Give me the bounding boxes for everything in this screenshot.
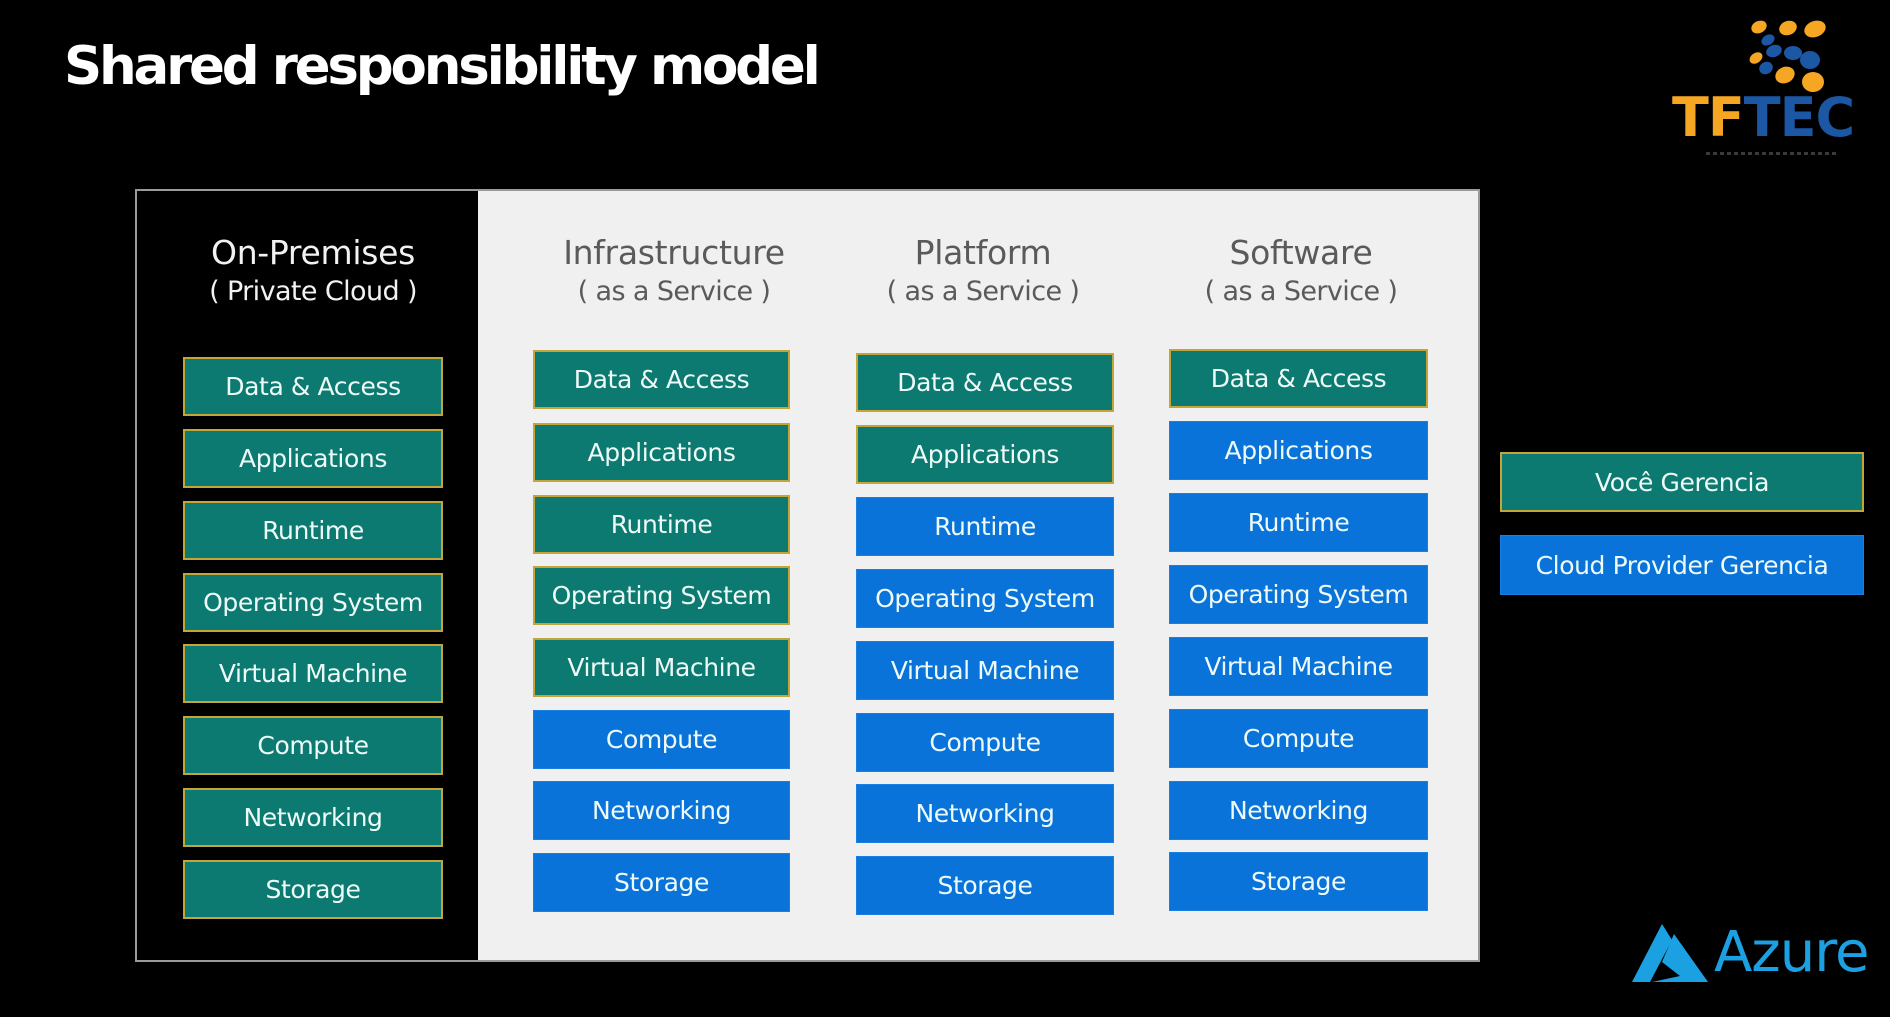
- column-subtitle: ( Private Cloud ): [209, 276, 417, 307]
- column-header-saas: Software ( as a Service ): [1151, 233, 1451, 311]
- layer-saas-networking: Networking: [1169, 781, 1428, 840]
- layer-iaas-runtime: Runtime: [533, 495, 790, 554]
- layer-on-premises-runtime: Runtime: [183, 501, 443, 560]
- column-subtitle: ( as a Service ): [886, 276, 1080, 307]
- legend-provider-manages: Cloud Provider Gerencia: [1500, 535, 1864, 595]
- column-header-iaas: Infrastructure ( as a Service ): [524, 233, 824, 311]
- layer-on-premises-storage: Storage: [183, 860, 443, 919]
- layer-iaas-compute: Compute: [533, 710, 790, 769]
- azure-logo-text: Azure: [1714, 920, 1869, 985]
- tftec-tagline: [1706, 152, 1836, 155]
- tftec-logo-tec: TEC: [1743, 86, 1855, 149]
- layer-iaas-storage: Storage: [533, 853, 790, 912]
- layer-saas-runtime: Runtime: [1169, 493, 1428, 552]
- column-header-on-premises: On-Premises ( Private Cloud ): [163, 233, 463, 311]
- layer-paas-data-access: Data & Access: [856, 353, 1114, 412]
- column-subtitle: ( as a Service ): [577, 276, 771, 307]
- column-subtitle: ( as a Service ): [1204, 276, 1398, 307]
- column-title: Infrastructure: [563, 233, 785, 272]
- layer-on-premises-virtual-machine: Virtual Machine: [183, 644, 443, 703]
- slide: Shared responsibility model TFTEC On-Pre…: [0, 0, 1890, 1017]
- layer-paas-applications: Applications: [856, 425, 1114, 484]
- layer-paas-compute: Compute: [856, 713, 1114, 772]
- column-title: On-Premises: [211, 233, 415, 272]
- layer-paas-runtime: Runtime: [856, 497, 1114, 556]
- layer-on-premises-networking: Networking: [183, 788, 443, 847]
- slide-title: Shared responsibility model: [64, 36, 821, 97]
- layer-on-premises-applications: Applications: [183, 429, 443, 488]
- layer-saas-compute: Compute: [1169, 709, 1428, 768]
- layer-paas-storage: Storage: [856, 856, 1114, 915]
- layer-saas-data-access: Data & Access: [1169, 349, 1428, 408]
- layer-saas-virtual-machine: Virtual Machine: [1169, 637, 1428, 696]
- column-title: Platform: [914, 233, 1052, 272]
- legend-you-manage: Você Gerencia: [1500, 452, 1864, 512]
- layer-saas-operating-system: Operating System: [1169, 565, 1428, 624]
- layer-paas-virtual-machine: Virtual Machine: [856, 641, 1114, 700]
- tftec-logo-tf: TF: [1672, 86, 1745, 149]
- layer-iaas-virtual-machine: Virtual Machine: [533, 638, 790, 697]
- layer-paas-networking: Networking: [856, 784, 1114, 843]
- layer-saas-storage: Storage: [1169, 852, 1428, 911]
- layer-iaas-operating-system: Operating System: [533, 566, 790, 625]
- layer-iaas-data-access: Data & Access: [533, 350, 790, 409]
- tftec-logo-text: TFTEC: [1672, 86, 1855, 149]
- layer-saas-applications: Applications: [1169, 421, 1428, 480]
- layer-paas-operating-system: Operating System: [856, 569, 1114, 628]
- layer-on-premises-operating-system: Operating System: [183, 573, 443, 632]
- layer-on-premises-compute: Compute: [183, 716, 443, 775]
- layer-on-premises-data-access: Data & Access: [183, 357, 443, 416]
- layer-iaas-applications: Applications: [533, 423, 790, 482]
- azure-triangle-icon: [1632, 924, 1708, 982]
- column-title: Software: [1229, 233, 1373, 272]
- layer-iaas-networking: Networking: [533, 781, 790, 840]
- column-header-paas: Platform ( as a Service ): [833, 233, 1133, 311]
